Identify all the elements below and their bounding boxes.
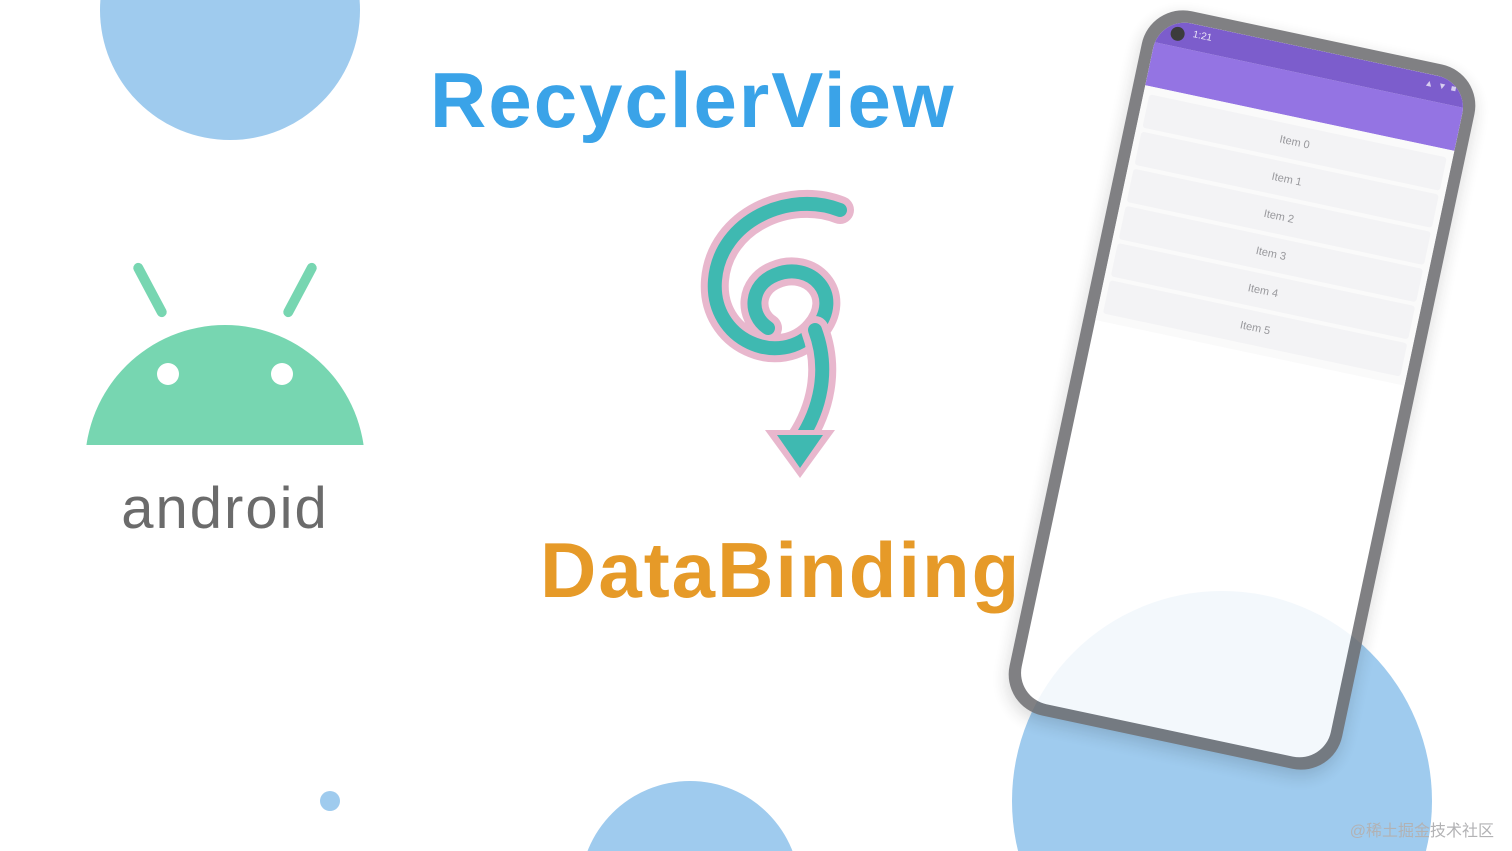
swirl-arrow-icon [660,180,900,480]
android-head-icon [85,285,365,445]
android-eye-right-icon [271,363,293,385]
android-eye-left-icon [157,363,179,385]
android-logo-block: android [70,285,380,542]
phone-screen: 1:21 ▲ ▼ ■ Item 0 Item 1 Item 2 Item 3 I… [1015,17,1469,763]
phone-camera-hole-icon [1169,26,1186,43]
title-recyclerview: RecyclerView [430,55,956,146]
bg-circle-bottom-center [580,781,800,851]
android-wordmark: android [70,475,380,542]
bg-circle-top-left [100,0,360,140]
bg-dot-small [320,791,340,811]
phone-status-time: 1:21 [1192,29,1213,44]
title-databinding: DataBinding [540,525,1021,616]
phone-status-icons: ▲ ▼ ■ [1424,77,1459,94]
phone-mockup: 1:21 ▲ ▼ ■ Item 0 Item 1 Item 2 Item 3 I… [1001,3,1483,778]
watermark-text: @稀土掘金技术社区 [1350,817,1494,841]
